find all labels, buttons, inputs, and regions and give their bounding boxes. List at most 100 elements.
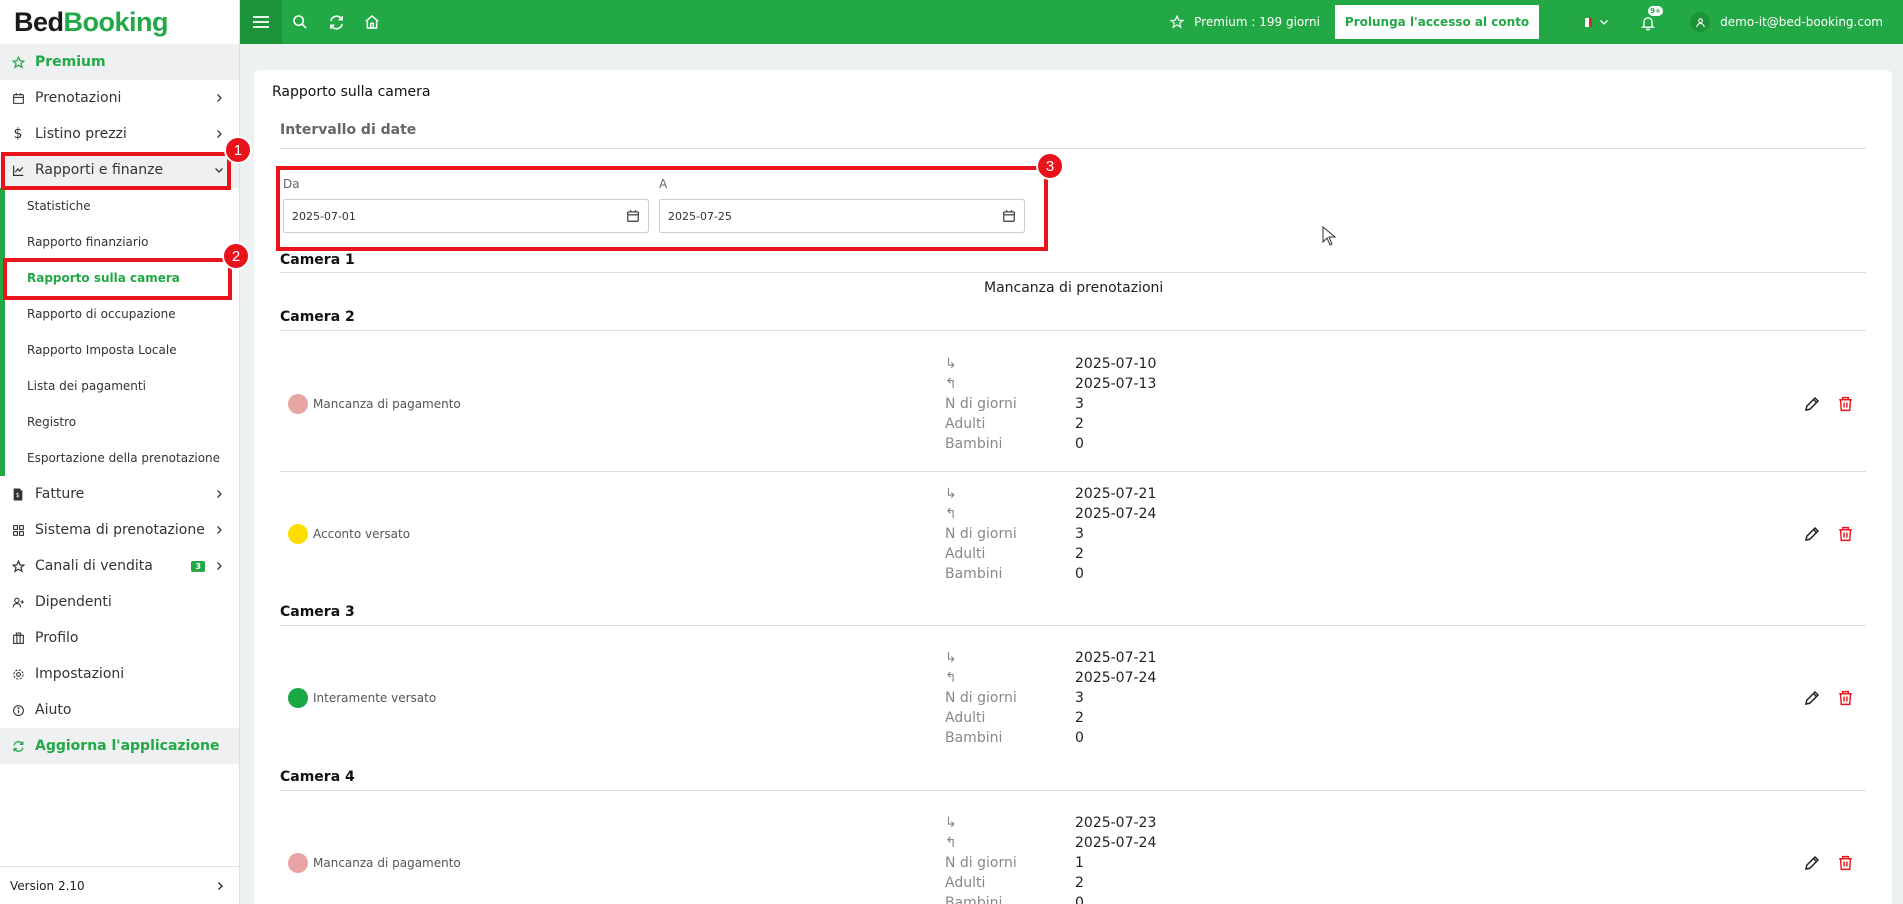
payment-status-label: Mancanza di pagamento bbox=[313, 856, 461, 870]
divider bbox=[280, 148, 1866, 149]
chevron-down-icon bbox=[1600, 20, 1609, 25]
sidebar-subitem-lista-dei-pagamenti[interactable]: Lista dei pagamenti bbox=[0, 368, 239, 404]
chevron-right-icon bbox=[217, 490, 222, 498]
delete-trash-icon[interactable] bbox=[1837, 689, 1854, 707]
booking-details: ↳ 2025-07-21 ↰ 2025-07-24 N di giorni 3 Adu… bbox=[945, 648, 1156, 748]
booking-actions bbox=[1803, 338, 1854, 470]
sidebar: Bed Booking Premium Prenotazioni $ Listin… bbox=[0, 0, 240, 904]
payment-status: Acconto versato bbox=[288, 468, 410, 600]
booking-details: ↳ 2025-07-21 ↰ 2025-07-24 N di giorni 3 Adu… bbox=[945, 484, 1156, 584]
booking-details: ↳ 2025-07-23 ↰ 2025-07-24 N di giorni 1 Adu… bbox=[945, 813, 1156, 904]
page-title: Rapporto sulla camera bbox=[272, 84, 431, 100]
search-button[interactable] bbox=[282, 0, 318, 44]
sidebar-subitem-registro[interactable]: Registro bbox=[0, 404, 239, 440]
language-selector[interactable] bbox=[1581, 16, 1610, 28]
annotation-highlight-3 bbox=[276, 166, 1048, 251]
version-footer[interactable]: Version 2.10 bbox=[0, 866, 240, 904]
edit-pencil-icon[interactable] bbox=[1803, 854, 1821, 872]
divider bbox=[280, 790, 1866, 791]
booking-details: ↳ 2025-07-10 ↰ 2025-07-13 N di giorni 3 Adu… bbox=[945, 354, 1156, 454]
sidebar-item-label: Fatture bbox=[35, 486, 85, 502]
booking-row[interactable]: Mancanza di pagamento ↳ 2025-07-10 ↰ 2025-… bbox=[280, 338, 1866, 470]
premium-days-text: Premium : 199 giorni bbox=[1194, 15, 1320, 29]
delete-trash-icon[interactable] bbox=[1837, 525, 1854, 543]
children-label: Bambini bbox=[945, 566, 1003, 582]
sidebar-item-impostazioni[interactable]: Impostazioni bbox=[0, 656, 239, 692]
star-icon bbox=[10, 54, 26, 70]
nights-label: N di giorni bbox=[945, 690, 1017, 706]
notifications-button[interactable]: 9+ bbox=[1640, 5, 1663, 31]
sidebar-subitem-rapporto-imposta-locale[interactable]: Rapporto Imposta Locale bbox=[0, 332, 239, 368]
nights-value: 3 bbox=[1075, 396, 1084, 412]
children-value: 0 bbox=[1075, 730, 1084, 746]
premium-status[interactable]: Premium : 199 giorni bbox=[1170, 15, 1320, 29]
room-heading: Camera 2 bbox=[280, 309, 355, 325]
check-in-date: 2025-07-21 bbox=[1075, 486, 1157, 502]
sidebar-subitem-rapporto-di-occupazione[interactable]: Rapporto di occupazione bbox=[0, 296, 239, 332]
adults-value: 2 bbox=[1075, 875, 1084, 891]
user-menu[interactable]: demo-it@bed-booking.com bbox=[1690, 12, 1883, 32]
check-out-date: 2025-07-13 bbox=[1075, 376, 1157, 392]
check-out-arrow-icon: ↰ bbox=[945, 506, 957, 522]
nights-label: N di giorni bbox=[945, 396, 1017, 412]
edit-pencil-icon[interactable] bbox=[1803, 395, 1821, 413]
check-in-arrow-icon: ↳ bbox=[945, 650, 957, 666]
nights-value: 3 bbox=[1075, 526, 1084, 542]
payment-status-dot bbox=[288, 688, 308, 708]
nights-label: N di giorni bbox=[945, 526, 1017, 542]
sidebar-item-aggiorna[interactable]: Aggiorna l'applicazione bbox=[0, 728, 239, 764]
sidebar-subitem-rapporto-finanziario[interactable]: Rapporto finanziario bbox=[0, 224, 239, 260]
chevron-right-icon bbox=[217, 526, 222, 534]
sidebar-subitem-statistiche[interactable]: Statistiche bbox=[0, 188, 239, 224]
sidebar-item-prenotazioni[interactable]: Prenotazioni bbox=[0, 80, 239, 116]
app-logo[interactable]: Bed Booking bbox=[0, 0, 239, 44]
sidebar-subitem-esportazione[interactable]: Esportazione della prenotazione bbox=[0, 440, 239, 476]
payment-status-dot bbox=[288, 853, 308, 873]
refresh-button[interactable] bbox=[318, 0, 354, 44]
adults-label: Adulti bbox=[945, 546, 986, 562]
check-out-date: 2025-07-24 bbox=[1075, 670, 1157, 686]
children-value: 0 bbox=[1075, 566, 1084, 582]
sidebar-item-aiuto[interactable]: Aiuto bbox=[0, 692, 239, 728]
home-button[interactable] bbox=[354, 0, 390, 44]
divider bbox=[280, 330, 1866, 331]
sidebar-item-dipendenti[interactable]: Dipendenti bbox=[0, 584, 239, 620]
sidebar-item-fatture[interactable]: $ Fatture bbox=[0, 476, 239, 512]
hamburger-menu-button[interactable] bbox=[240, 0, 282, 44]
chevron-right-icon bbox=[217, 562, 222, 570]
payment-status-label: Mancanza di pagamento bbox=[313, 397, 461, 411]
logo-text-booking: Booking bbox=[63, 6, 169, 37]
booking-row[interactable]: Mancanza di pagamento ↳ 2025-07-23 ↰ 2025-… bbox=[280, 797, 1866, 904]
children-label: Bambini bbox=[945, 436, 1003, 452]
payment-status: Mancanza di pagamento bbox=[288, 797, 461, 904]
payment-status-dot bbox=[288, 524, 308, 544]
edit-pencil-icon[interactable] bbox=[1803, 689, 1821, 707]
sidebar-item-sistema-di-prenotazione[interactable]: Sistema di prenotazione bbox=[0, 512, 239, 548]
mouse-cursor-icon bbox=[1322, 226, 1336, 246]
booking-row[interactable]: Interamente versato ↳ 2025-07-21 ↰ 2025-07… bbox=[280, 632, 1866, 764]
sidebar-item-listino-prezzi[interactable]: $ Listino prezzi bbox=[0, 116, 239, 152]
bell-icon bbox=[1641, 16, 1656, 30]
user-email: demo-it@bed-booking.com bbox=[1720, 15, 1883, 29]
divider bbox=[280, 272, 1866, 273]
delete-trash-icon[interactable] bbox=[1837, 854, 1854, 872]
sidebar-item-premium[interactable]: Premium bbox=[0, 44, 239, 80]
children-label: Bambini bbox=[945, 730, 1003, 746]
refresh-icon bbox=[329, 15, 343, 29]
sidebar-item-profilo[interactable]: Profilo bbox=[0, 620, 239, 656]
extend-account-button[interactable]: Prolunga l'accesso al conto bbox=[1334, 5, 1540, 39]
check-in-arrow-icon: ↳ bbox=[945, 356, 957, 372]
adults-label: Adulti bbox=[945, 875, 986, 891]
booking-row[interactable]: Acconto versato ↳ 2025-07-21 ↰ 2025-07-24 … bbox=[280, 468, 1866, 600]
booking-actions bbox=[1803, 468, 1854, 600]
room-heading: Camera 4 bbox=[280, 769, 355, 785]
check-out-arrow-icon: ↰ bbox=[945, 670, 957, 686]
check-out-arrow-icon: ↰ bbox=[945, 376, 957, 392]
sidebar-item-canali-di-vendita[interactable]: Canali di vendita 3 bbox=[0, 548, 239, 584]
adults-label: Adulti bbox=[945, 710, 986, 726]
adults-value: 2 bbox=[1075, 416, 1084, 432]
chevron-right-icon bbox=[217, 94, 222, 102]
delete-trash-icon[interactable] bbox=[1837, 395, 1854, 413]
edit-pencil-icon[interactable] bbox=[1803, 525, 1821, 543]
nights-label: N di giorni bbox=[945, 855, 1017, 871]
